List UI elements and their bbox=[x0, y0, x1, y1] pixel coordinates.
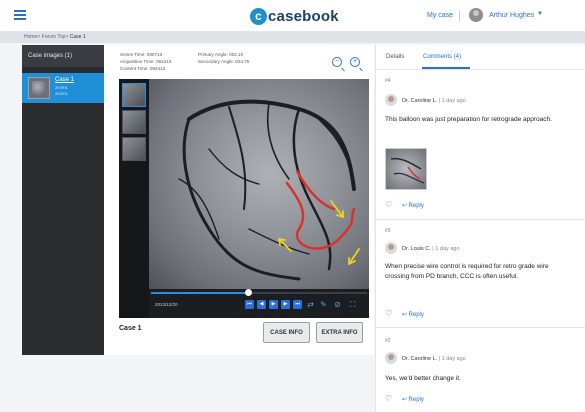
divider bbox=[459, 11, 460, 21]
reply-icon[interactable]: ↩ bbox=[402, 203, 407, 209]
angiogram-vessels bbox=[178, 99, 360, 281]
comment-actions: ♡ ↩ Reply bbox=[385, 309, 424, 318]
author-name[interactable]: Dr. Caroline L. bbox=[402, 356, 437, 362]
comment-number: #3 bbox=[385, 228, 391, 234]
zoom-out-icon[interactable]: − bbox=[332, 57, 342, 67]
fullscreen-icon[interactable]: ⛶ bbox=[348, 300, 357, 309]
extra-info-button[interactable]: EXTRA INFO bbox=[316, 322, 363, 343]
heart-icon[interactable]: ♡ bbox=[385, 394, 392, 403]
case-subtitle: 2KSFA bbox=[55, 85, 68, 90]
first-frame-icon[interactable]: ⏮ bbox=[245, 300, 254, 309]
breadcrumb: Home> Forum Top> Case 1 bbox=[24, 34, 86, 40]
breadcrumb-current: Case 1 bbox=[69, 34, 86, 40]
comment-actions: ♡ ↩ Reply bbox=[385, 200, 424, 209]
frame-thumbnail[interactable] bbox=[122, 110, 146, 134]
frame-thumbnail[interactable] bbox=[122, 83, 146, 107]
case-link[interactable]: Case 1 bbox=[55, 77, 74, 83]
angiogram-image[interactable] bbox=[149, 79, 369, 289]
reply-icon[interactable]: ↩ bbox=[402, 397, 407, 403]
series-time: Series Time: 090713 bbox=[120, 52, 163, 57]
timeline-track[interactable] bbox=[151, 289, 367, 296]
breadcrumb-home[interactable]: Home bbox=[24, 34, 37, 40]
avatar[interactable] bbox=[385, 242, 397, 254]
logo-mark: c bbox=[250, 7, 267, 25]
timeline-handle[interactable] bbox=[244, 289, 252, 296]
tab-details[interactable]: Details bbox=[386, 54, 404, 60]
tab-comments[interactable]: Comments (4) bbox=[423, 54, 461, 60]
user-name[interactable]: Arthur Hughes bbox=[489, 12, 534, 19]
chevron-down-icon[interactable]: ▼ bbox=[537, 11, 543, 17]
timeline-progress bbox=[151, 292, 249, 294]
image-viewer[interactable]: 2013/12/20 ⏮ ◀ ▶ ▶ ⏭ ⇄ ✎ ⊘ ⛶ bbox=[119, 79, 369, 318]
comment-text: When precise wire control is required fo… bbox=[385, 263, 549, 280]
comment-author: Dr. Caroline L. | 1 day ago bbox=[402, 98, 466, 104]
play-icon[interactable]: ▶ bbox=[269, 300, 278, 309]
comment-image-art bbox=[390, 157, 425, 184]
case-images-sidebar: Case images (1) Case 1 2KSFA 2KSFA bbox=[22, 45, 112, 355]
link-icon[interactable]: ⊘ bbox=[333, 300, 342, 309]
breadcrumb-forum-top[interactable]: Forum Top bbox=[42, 34, 66, 40]
avatar[interactable] bbox=[385, 352, 397, 364]
primary-angle: Primary Angle: 002.10 bbox=[198, 52, 244, 57]
reply-icon[interactable]: ↩ bbox=[402, 312, 407, 318]
case-subtitle: 2KSFA bbox=[55, 91, 68, 96]
case-images-title: Case images (1) bbox=[22, 45, 104, 67]
comment-time: 1 day ago bbox=[441, 356, 466, 362]
comment-actions: ♡ ↩ Reply bbox=[385, 394, 424, 403]
comment-time: 1 day ago bbox=[441, 98, 466, 104]
comment-image[interactable] bbox=[385, 148, 427, 190]
top-bar: c casebook My case Arthur Hughes ▼ bbox=[0, 0, 585, 32]
previous-frame-icon[interactable]: ◀ bbox=[257, 300, 266, 309]
last-frame-icon[interactable]: ⏭ bbox=[293, 300, 302, 309]
secondary-angle: Secondary Angle: 024.75 bbox=[198, 59, 250, 64]
author-name[interactable]: Dr. Louis C. bbox=[402, 246, 431, 252]
zoom-in-icon[interactable]: + bbox=[350, 57, 360, 67]
content-time: Content Time: 092413 bbox=[120, 66, 166, 71]
reply-button[interactable]: Reply bbox=[409, 397, 424, 403]
heart-icon[interactable]: ♡ bbox=[385, 309, 392, 318]
comment-author: Dr. Caroline L. | 1 day ago bbox=[402, 356, 466, 362]
comment-text: Yes, we'd better change it. bbox=[385, 375, 461, 382]
acquisition-time: Acquisition Time: 092413 bbox=[120, 59, 172, 64]
case-list-item[interactable]: Case 1 2KSFA 2KSFA bbox=[22, 73, 112, 103]
case-thumbnail[interactable] bbox=[28, 77, 50, 99]
comment: #2 Dr. Caroline L. | 1 day ago Yes, we'd… bbox=[376, 328, 585, 412]
pen-icon[interactable]: ✎ bbox=[319, 300, 328, 309]
playback-bar: 2013/12/20 ⏮ ◀ ▶ ▶ ⏭ ⇄ ✎ ⊘ ⛶ bbox=[149, 289, 369, 318]
comment-author: Dr. Louis C. | 1 day ago bbox=[402, 246, 460, 252]
frame-thumbnail-strip bbox=[119, 79, 149, 318]
author-name[interactable]: Dr. Caroline L. bbox=[402, 98, 437, 104]
reply-button[interactable]: Reply bbox=[409, 203, 424, 209]
comment: #4 Dr. Caroline L. | 1 day ago This ball… bbox=[376, 70, 585, 220]
loop-icon[interactable]: ⇄ bbox=[306, 300, 315, 309]
menu-icon[interactable] bbox=[14, 10, 26, 20]
timecode: 2013/12/20 bbox=[155, 302, 178, 307]
case-info-button[interactable]: CASE INFO bbox=[263, 322, 310, 343]
comment-text: This balloon was just preparation for re… bbox=[385, 116, 552, 123]
logo-text: casebook bbox=[268, 7, 339, 25]
user-avatar[interactable] bbox=[469, 8, 483, 22]
avatar[interactable] bbox=[385, 94, 397, 106]
comment-number: #2 bbox=[385, 338, 391, 344]
breadcrumb-bar: Home> Forum Top> Case 1 bbox=[0, 32, 585, 43]
frame-thumbnail[interactable] bbox=[122, 137, 146, 161]
comment-number: #4 bbox=[385, 78, 391, 84]
right-panel: Details Comments (4) #4 Dr. Caroline L. … bbox=[375, 45, 585, 412]
next-frame-icon[interactable]: ▶ bbox=[281, 300, 290, 309]
viewer-case-title: Case 1 bbox=[119, 325, 142, 332]
comment: #3 Dr. Louis C. | 1 day ago When precise… bbox=[376, 220, 585, 328]
my-case-link[interactable]: My case bbox=[427, 12, 453, 19]
reply-button[interactable]: Reply bbox=[409, 312, 424, 318]
heart-icon[interactable]: ♡ bbox=[385, 200, 392, 209]
logo[interactable]: c casebook bbox=[250, 6, 339, 26]
comment-time: 1 day ago bbox=[435, 246, 460, 252]
